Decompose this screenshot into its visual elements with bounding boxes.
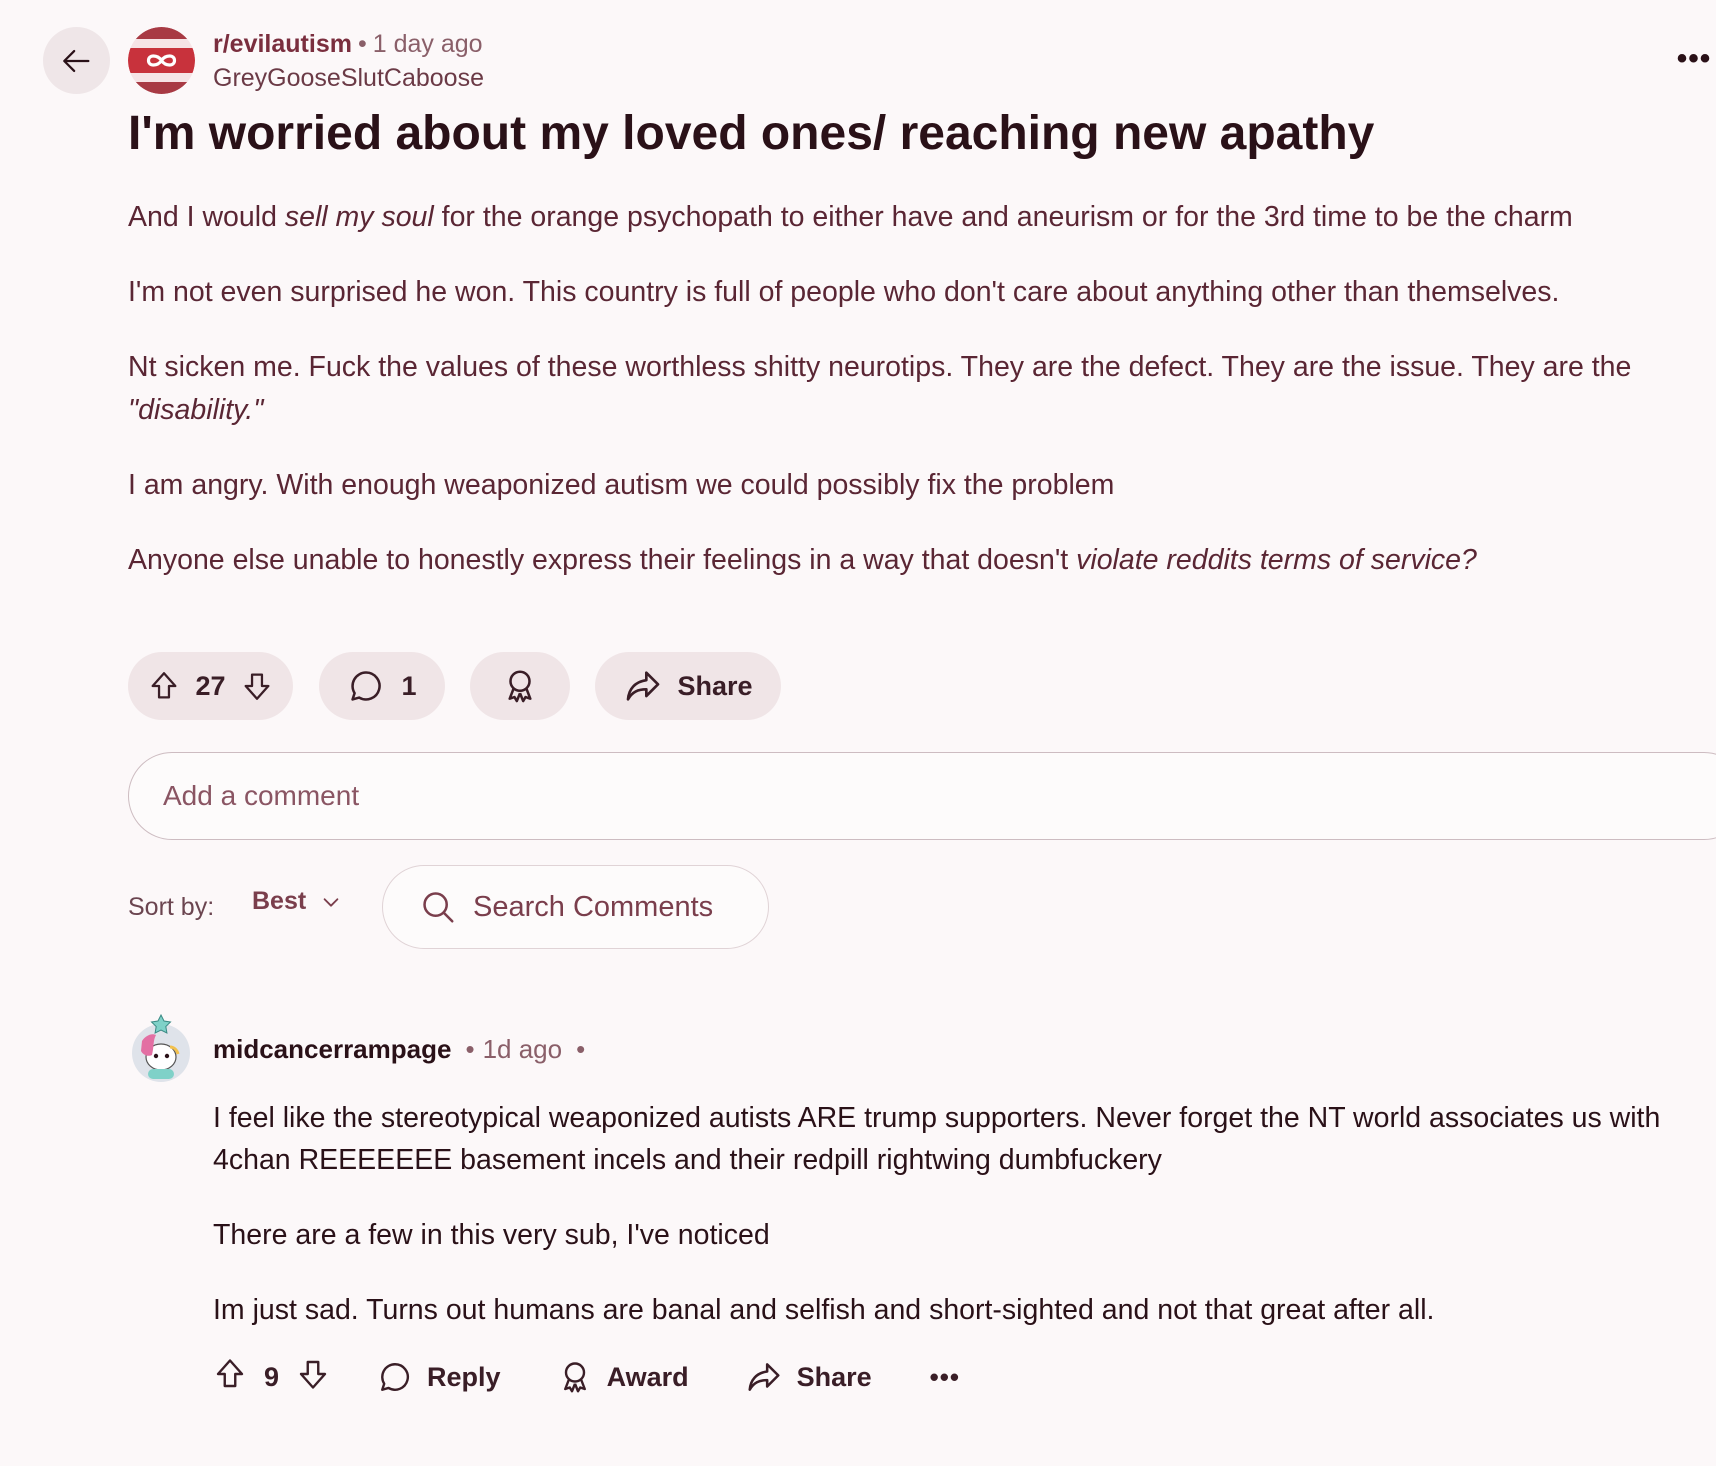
post-meta: r/evilautism • 1 day ago — [213, 30, 483, 59]
comment-more-button[interactable]: ••• — [930, 1362, 960, 1393]
post-vote-count: 27 — [195, 670, 226, 701]
arrow-left-icon — [62, 49, 89, 72]
share-arrow-icon — [748, 1363, 780, 1391]
comment-paragraph: Im just sad. Turns out humans are banal … — [213, 1294, 1435, 1326]
ellipsis-icon: ••• — [929, 1361, 960, 1392]
search-icon — [423, 892, 454, 923]
comment-vote-count: 9 — [264, 1361, 280, 1392]
post-paragraph: And I would sell my soul for the orange … — [128, 201, 1573, 233]
post-author-link[interactable]: GreyGooseSlutCaboose — [213, 64, 484, 93]
post-paragraph: I am angry. With enough weaponized autis… — [128, 469, 1115, 501]
ellipsis-icon: ••• — [1676, 42, 1712, 75]
arrow-down-icon — [244, 673, 269, 700]
comment-body: I feel like the stereotypical weaponized… — [213, 1097, 1703, 1364]
comment-username-link[interactable]: midcancerrampage — [213, 1034, 451, 1064]
speech-bubble-icon — [381, 1363, 410, 1391]
post-award-button[interactable] — [470, 652, 570, 720]
comment-downvote-button[interactable] — [295, 1356, 331, 1399]
post-paragraph: Anyone else unable to honestly express t… — [128, 544, 1477, 576]
downvote-button[interactable] — [240, 669, 274, 703]
post-comment-count: 1 — [401, 670, 417, 701]
post-vote-pill: 27 — [128, 652, 293, 720]
comment-actions: 9 Reply Award Share ••• — [212, 1352, 960, 1402]
subreddit-infinity-icon — [128, 27, 195, 94]
award-ribbon-icon — [563, 1362, 586, 1393]
subreddit-avatar[interactable] — [128, 27, 195, 94]
meta-separator: • — [357, 30, 367, 58]
post-paragraph: I'm not even surprised he won. This coun… — [128, 276, 1560, 308]
comment-vote-group: 9 — [212, 1356, 331, 1399]
snoo-avatar-icon — [132, 1013, 190, 1082]
search-comments-input[interactable]: Search Comments — [382, 865, 769, 949]
post-comments-button[interactable]: 1 — [319, 652, 445, 720]
post-paragraph: Nt sicken me. Fuck the values of these w… — [128, 351, 1632, 426]
add-comment-placeholder: Add a comment — [163, 780, 360, 811]
upvote-button[interactable] — [147, 669, 181, 703]
post-title: I'm worried about my loved ones/ reachin… — [128, 107, 1375, 160]
comment-upvote-button[interactable] — [212, 1356, 248, 1399]
comment-award-button[interactable]: Award — [557, 1359, 689, 1395]
award-ribbon-icon — [508, 670, 532, 703]
add-comment-input[interactable]: Add a comment — [128, 752, 1716, 840]
sort-value: Best — [252, 887, 307, 915]
comment-share-button[interactable]: Share — [745, 1358, 872, 1396]
arrow-down-icon — [299, 1360, 327, 1389]
post-time: 1 day ago — [372, 30, 483, 58]
sort-label: Sort by: — [128, 893, 215, 921]
arrow-up-icon — [216, 1358, 244, 1387]
share-arrow-icon — [627, 671, 660, 701]
search-comments-placeholder: Search Comments — [473, 890, 714, 923]
sort-dropdown[interactable]: Best — [252, 887, 342, 916]
comment-paragraph: There are a few in this very sub, I've n… — [213, 1219, 770, 1251]
post-more-button[interactable]: ••• — [1672, 42, 1716, 75]
back-button[interactable] — [43, 27, 110, 94]
speech-bubble-icon — [351, 671, 382, 701]
post-body: And I would sell my soul for the orange … — [128, 196, 1703, 614]
comment-time: 1d ago — [482, 1034, 563, 1064]
comment-reply-button[interactable]: Reply — [377, 1359, 501, 1395]
meta-separator: • — [465, 1034, 475, 1064]
post-page: r/evilautism • 1 day ago GreyGooseSlutCabo… — [0, 0, 1716, 1466]
comment-meta: midcancerrampage • 1d ago • — [213, 1034, 593, 1065]
post-share-button[interactable]: Share — [595, 652, 781, 720]
award-label: Award — [606, 1361, 689, 1392]
meta-separator: • — [576, 1034, 586, 1064]
reply-label: Reply — [427, 1361, 501, 1392]
commenter-avatar[interactable] — [130, 1013, 192, 1083]
comment-paragraph: I feel like the stereotypical weaponized… — [213, 1102, 1661, 1176]
arrow-up-icon — [152, 672, 177, 699]
chevron-down-icon — [323, 897, 339, 907]
subreddit-name-link[interactable]: r/evilautism — [213, 30, 352, 58]
share-label: Share — [796, 1361, 872, 1392]
post-share-label: Share — [677, 670, 753, 701]
